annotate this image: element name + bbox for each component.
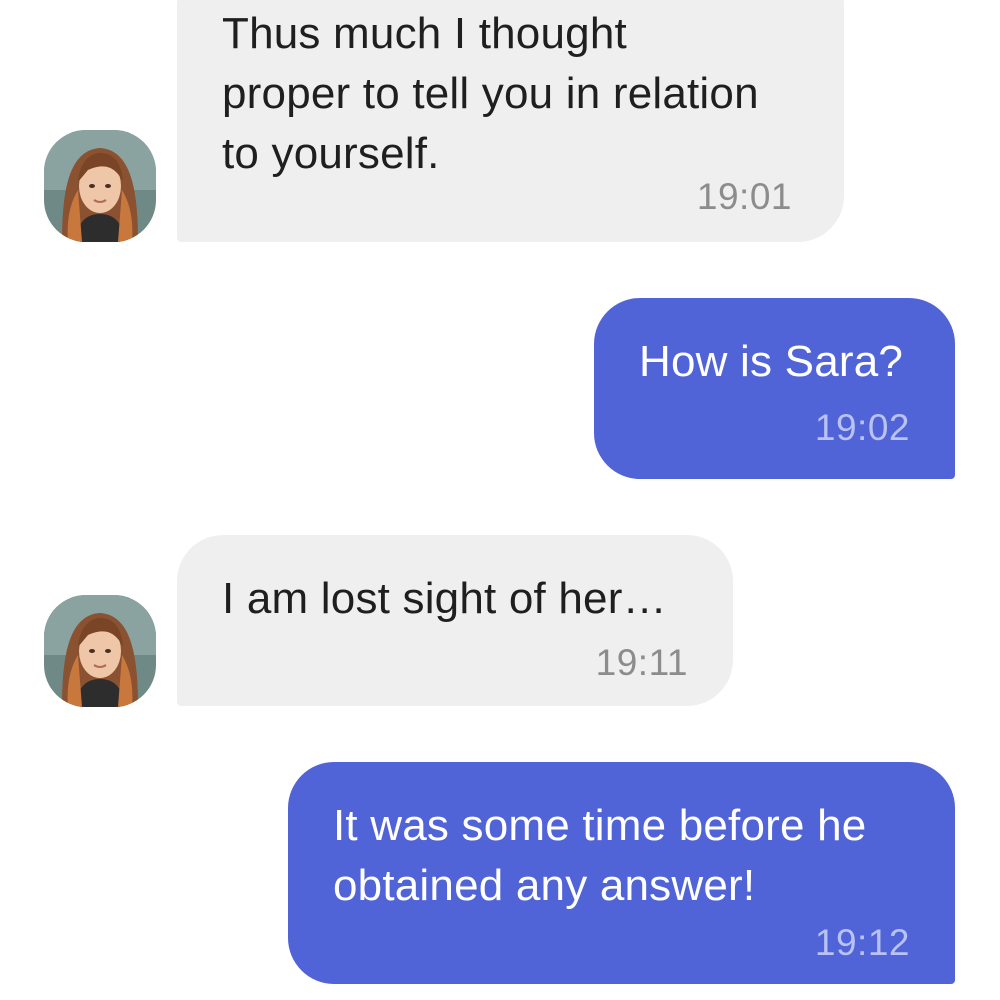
avatar[interactable] [44, 595, 156, 707]
message-timestamp: 19:01 [696, 176, 792, 217]
avatar[interactable] [44, 130, 156, 242]
chat-thread[interactable]: Thus much I thought proper to tell you i… [0, 0, 1000, 1000]
message-bubble-outgoing[interactable]: How is Sara? 19:02 [594, 298, 955, 479]
message-timestamp: 19:11 [595, 642, 688, 683]
woman-portrait-avatar [44, 130, 156, 242]
message-timestamp: 19:02 [814, 407, 910, 448]
message-text: I am lost sight of her… [222, 574, 667, 623]
message-timestamp: 19:12 [814, 922, 910, 963]
message-bubble-incoming[interactable]: I am lost sight of her… 19:11 [177, 535, 733, 706]
message-bubble-incoming[interactable]: Thus much I thought proper to tell you i… [177, 0, 844, 242]
message-text: Thus much I thought proper to tell you i… [222, 9, 759, 178]
message-text: It was some time before he obtained any … [333, 801, 867, 910]
message-bubble-outgoing[interactable]: It was some time before he obtained any … [288, 762, 955, 984]
woman-portrait-avatar [44, 595, 156, 707]
message-text: How is Sara? [639, 337, 904, 386]
